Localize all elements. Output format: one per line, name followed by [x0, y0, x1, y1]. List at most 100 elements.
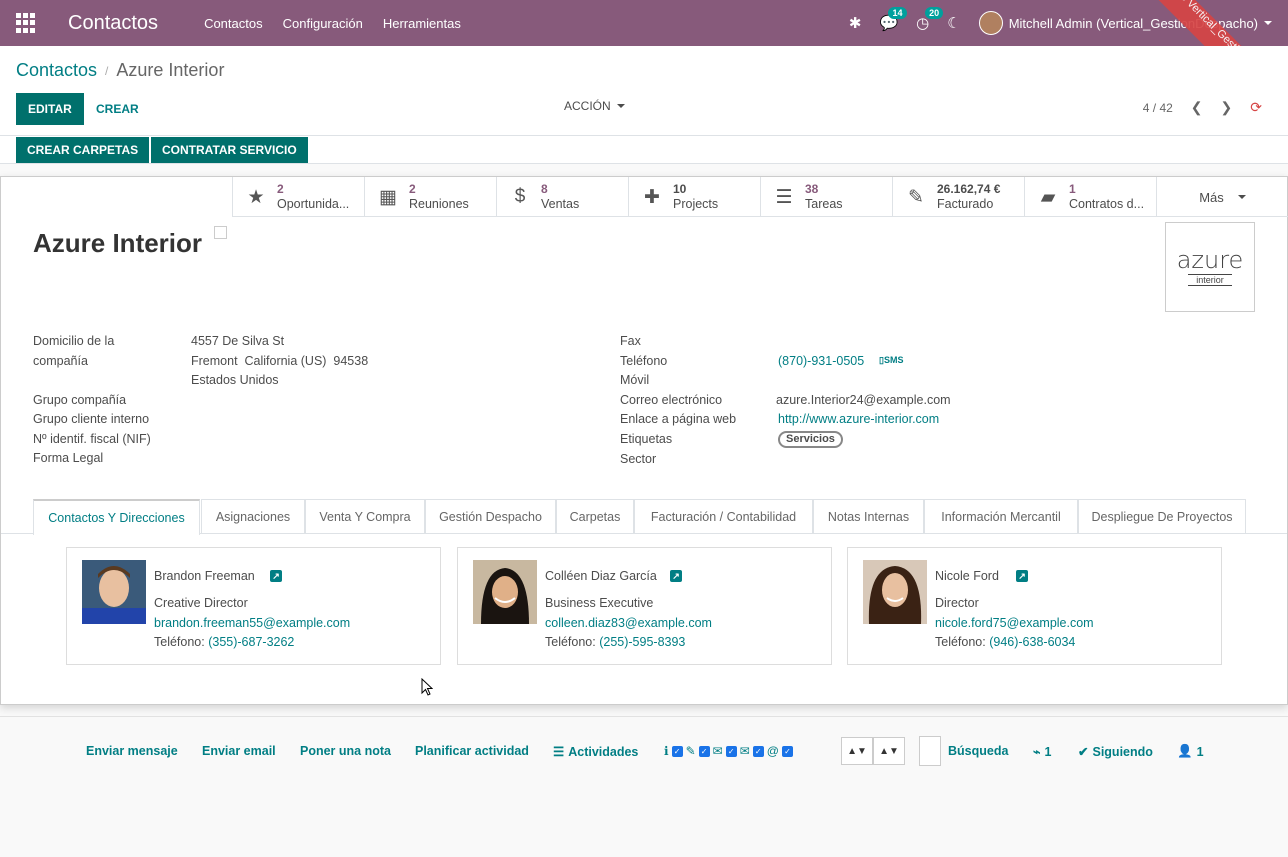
search-button[interactable]: Búsqueda [948, 744, 1008, 758]
list-icon: ☰ [553, 745, 565, 759]
contact-email[interactable]: nicole.ford75@example.com [935, 616, 1094, 630]
breadcrumb-current: Azure Interior [116, 60, 225, 80]
contact-name: Nicole Ford [935, 569, 999, 583]
following-button[interactable]: ✔ Siguiendo [1078, 744, 1153, 760]
tag-badge[interactable]: Servicios [778, 431, 843, 448]
menu-contacts[interactable]: Contactos [204, 16, 263, 31]
app-title[interactable]: Contactos [68, 12, 158, 35]
create-folders-button[interactable]: CREAR CARPETAS [16, 137, 150, 163]
partner-logo[interactable]: azure interior [1165, 222, 1255, 312]
info-icon[interactable]: ℹ [664, 744, 669, 758]
tab-folders[interactable]: Carpetas [556, 499, 634, 533]
phone-number[interactable]: (255)-595-8393 [599, 635, 685, 649]
email-value[interactable]: azure.Interior24@example.com [776, 393, 951, 407]
send-message-button[interactable]: Enviar mensaje [86, 744, 178, 758]
smart-button-sales[interactable]: $ 8 Ventas [496, 177, 628, 217]
action-dropdown[interactable]: ACCIÓN [564, 99, 625, 113]
tab-contacts[interactable]: Contactos Y Direcciones [33, 499, 200, 535]
smart-button-tasks[interactable]: ☰ 38 Tareas [760, 177, 892, 217]
menu-configuration[interactable]: Configuración [283, 16, 363, 31]
checkbox-icon[interactable]: ✓ [725, 745, 737, 757]
sms-button[interactable]: ▯SMS [879, 355, 903, 366]
tab-project-deploy[interactable]: Despliegue De Proyectos [1078, 499, 1246, 533]
tab-assignments[interactable]: Asignaciones [201, 499, 305, 533]
messages-icon[interactable]: 💬 14 [879, 7, 907, 32]
apps-menu-icon[interactable] [16, 13, 36, 33]
external-link-icon[interactable]: ↗ [1016, 570, 1028, 582]
dark-mode-icon[interactable]: ☾ [947, 14, 960, 32]
previous-icon[interactable]: ❮ [1191, 99, 1203, 116]
breadcrumb-separator: / [105, 63, 109, 78]
contact-card[interactable]: Colléen Diaz García ↗ Business Executive… [457, 547, 832, 665]
smart-button-invoiced[interactable]: ✎ 26.162,74 € Facturado [892, 177, 1024, 217]
user-menu[interactable]: Mitchell Admin (Vertical_GestionDespacho… [978, 11, 1272, 35]
checkbox-icon[interactable]: ✓ [671, 745, 683, 757]
logo-subtitle: interior [1188, 274, 1232, 286]
edit-button[interactable]: EDITAR [16, 93, 84, 125]
smart-value: 26.162,74 € [937, 182, 1001, 196]
edit-icon[interactable]: ✎ [686, 744, 696, 758]
tab-mercantile-info[interactable]: Información Mercantil [924, 499, 1078, 533]
next-icon[interactable]: ❯ [1221, 99, 1233, 116]
phone-label: Teléfono: [545, 635, 596, 649]
activities-label: Actividades [568, 744, 639, 759]
navbar-systray: ✱ 💬 14 ◷ 20 ☾ Mitchell Admin (Vertical_Ges… [849, 0, 1272, 46]
legal-form-label: Forma Legal [33, 451, 104, 465]
activities-button[interactable]: ☰ Actividades [553, 744, 639, 760]
contact-card[interactable]: Nicole Ford ↗ Director nicole.ford75@exa… [847, 547, 1222, 665]
attachments-button[interactable]: ⌁ 1 [1033, 744, 1051, 760]
smart-buttons: ★ 2 Oportunida... ▦ 2 Reuniones $ 8 Ventas … [232, 177, 1288, 217]
tasks-icon: ☰ [775, 186, 793, 208]
followers-button[interactable]: 👤 1 [1177, 744, 1204, 759]
checkbox-icon[interactable]: ✓ [781, 745, 793, 757]
external-link-icon[interactable]: ↗ [670, 570, 682, 582]
book-icon: ▰ [1040, 186, 1056, 208]
contact-function: Creative Director [154, 596, 248, 610]
smart-button-opportunities[interactable]: ★ 2 Oportunida... [232, 177, 364, 217]
sort-button[interactable]: ▲▼ [873, 737, 905, 765]
create-button[interactable]: CREAR [86, 93, 149, 125]
send-email-button[interactable]: Enviar email [202, 744, 276, 758]
is-company-checkbox[interactable] [214, 226, 227, 239]
search-input[interactable] [919, 736, 941, 766]
website-link[interactable]: http://www.azure-interior.com [778, 412, 939, 426]
phone-link[interactable]: (870)-931-0505 [778, 354, 864, 368]
address-label-2: compañía [33, 354, 88, 368]
envelope-icon[interactable]: ✉ [713, 744, 723, 758]
smart-button-meetings[interactable]: ▦ 2 Reuniones [364, 177, 496, 217]
schedule-activity-button[interactable]: Planificar actividad [415, 744, 529, 758]
notebook-tabs: Contactos Y Direcciones Asignaciones Ven… [1, 499, 1287, 535]
contact-card[interactable]: Brandon Freeman ↗ Creative Director bran… [66, 547, 441, 665]
smart-button-contracts[interactable]: ▰ 1 Contratos d... [1024, 177, 1156, 217]
contact-email[interactable]: colleen.diaz83@example.com [545, 616, 712, 630]
menu-tools[interactable]: Herramientas [383, 16, 461, 31]
reload-icon[interactable]: ⟳ [1250, 99, 1262, 116]
checkbox-icon[interactable]: ✓ [752, 745, 764, 757]
at-icon[interactable]: @ [767, 744, 779, 758]
smart-button-projects[interactable]: ✚ 10 Projects [628, 177, 760, 217]
hire-service-button[interactable]: CONTRATAR SERVICIO [151, 137, 308, 163]
log-note-button[interactable]: Poner una nota [300, 744, 391, 758]
bug-icon[interactable]: ✱ [849, 14, 862, 32]
more-label: Más [1199, 189, 1224, 205]
phone-label: Teléfono: [154, 635, 205, 649]
envelope-open-icon[interactable]: ✉ [740, 744, 750, 758]
checkbox-icon[interactable]: ✓ [698, 745, 710, 757]
contact-photo [82, 560, 146, 624]
pager-value[interactable]: 4 / 42 [1143, 101, 1173, 115]
external-link-icon[interactable]: ↗ [270, 570, 282, 582]
tab-internal-notes[interactable]: Notas Internas [813, 499, 924, 533]
tab-dispatch[interactable]: Gestión Despacho [425, 499, 556, 533]
phone-number[interactable]: (355)-687-3262 [208, 635, 294, 649]
star-icon: ★ [247, 186, 265, 208]
breadcrumb-parent[interactable]: Contactos [16, 60, 97, 81]
activities-icon[interactable]: ◷ 20 [916, 7, 944, 32]
tab-invoicing[interactable]: Facturación / Contabilidad [634, 499, 813, 533]
contact-email[interactable]: brandon.freeman55@example.com [154, 616, 350, 630]
smart-button-more[interactable]: Más [1156, 177, 1288, 217]
following-label: Siguiendo [1092, 744, 1153, 759]
tab-sales-purchase[interactable]: Venta Y Compra [305, 499, 425, 533]
phone-number[interactable]: (946)-638-6034 [989, 635, 1075, 649]
sort-button[interactable]: ▲▼ [841, 737, 873, 765]
city-value: Fremont California (US) 94538 [191, 354, 369, 368]
